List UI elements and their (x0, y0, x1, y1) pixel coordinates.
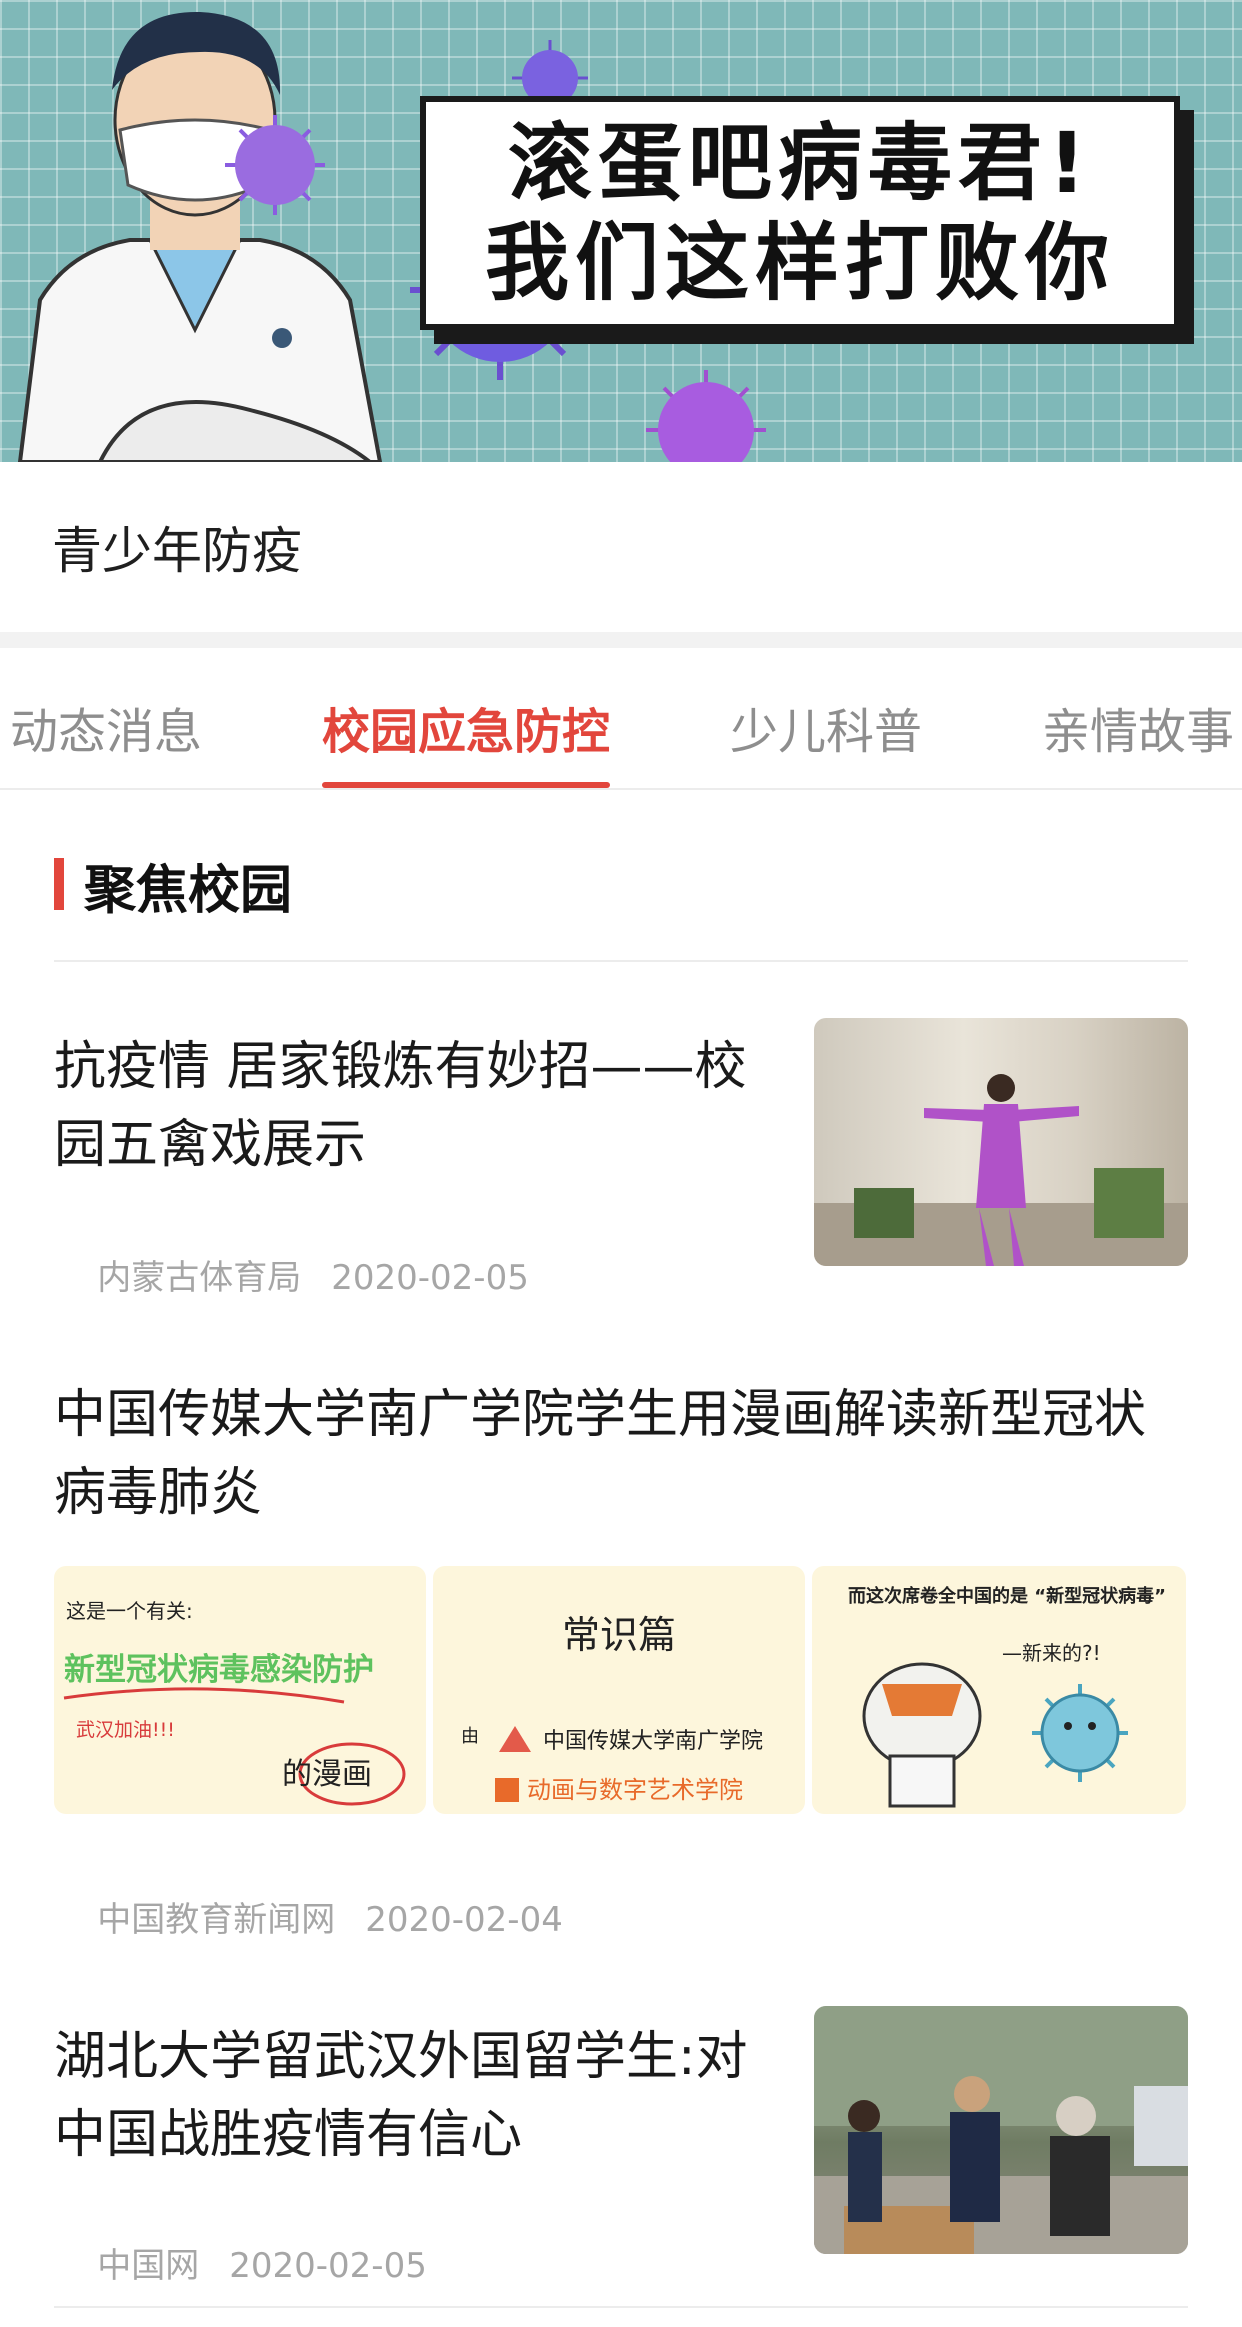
comic-panel-1-art: 这是一个有关: 新型冠状病毒感染防护 武汉加油!!! 的漫画 (63, 1599, 406, 1806)
comic-p1-line3: 武汉加油!!! (76, 1719, 175, 1741)
comic-panel-2[interactable]: 常识篇 由 中国传媒大学南广学院 动画与数字艺术学院 (433, 1566, 805, 1814)
page-title: 青少年防疫 (52, 522, 302, 580)
comic-panel-2-art: 常识篇 由 中国传媒大学南广学院 动画与数字艺术学院 (461, 1613, 763, 1804)
list-divider (54, 2306, 1188, 2308)
tab-family-stories[interactable]: 亲情故事 (1042, 692, 1234, 762)
section-gap (0, 632, 1242, 648)
comic-p3-line2: —新来的?! (1002, 1641, 1101, 1665)
comic-panel-3-art: 而这次席卷全中国的是 “新型冠状病毒” —新来的?! (848, 1585, 1166, 1808)
tab-kids-science[interactable]: 少儿科普 (730, 692, 922, 762)
banner-headline-line2: 我们这样打败你 (484, 214, 1115, 312)
article-source: 中国网 (97, 2246, 200, 2286)
article-date: 2020-02-05 (331, 1258, 529, 1298)
section-header: 聚焦校园 (54, 790, 1188, 962)
active-tab-indicator (322, 782, 610, 788)
article-source: 中国教育新闻网 (97, 1900, 336, 1940)
tab-campus-emergency[interactable]: 校园应急防控 (322, 692, 610, 762)
students-photo (814, 2006, 1188, 2254)
tai-chi-photo (814, 1074, 1188, 1266)
article-meta: 内蒙古体育局 2020-02-05 (54, 1210, 529, 1339)
comic-p2-line2: 由 (461, 1726, 479, 1747)
article-meta: 中国教育新闻网 2020-02-04 (54, 1852, 563, 1981)
comic-p2-line4: 动画与数字艺术学院 (527, 1776, 743, 1804)
section-marker (54, 858, 64, 910)
article-title[interactable]: 湖北大学留武汉外国留学生:对中国战胜疫情有信心 (54, 2018, 774, 2174)
article-thumbnail[interactable] (814, 2006, 1188, 2254)
virus-icon (646, 370, 766, 462)
category-tabs: 动态消息 校园应急防控 少儿科普 亲情故事 (0, 648, 1242, 790)
page-title-band: 青少年防疫 (0, 462, 1242, 632)
article-date: 2020-02-04 (365, 1900, 563, 1940)
article-thumbnail[interactable] (814, 1018, 1188, 1266)
comic-panel-1[interactable]: 这是一个有关: 新型冠状病毒感染防护 武汉加油!!! 的漫画 (54, 1566, 426, 1814)
article-title[interactable]: 抗疫情 居家锻炼有妙招——校园五禽戏展示 (54, 1028, 774, 1184)
comic-panel-3[interactable]: 而这次席卷全中国的是 “新型冠状病毒” —新来的?! (812, 1566, 1186, 1814)
comic-p3-line1: 而这次席卷全中国的是 “新型冠状病毒” (848, 1585, 1166, 1607)
article-date: 2020-02-05 (229, 2246, 427, 2286)
article-title[interactable]: 中国传媒大学南广学院学生用漫画解读新型冠状病毒肺炎 (54, 1376, 1194, 1532)
comic-p2-line3: 中国传媒大学南广学院 (543, 1729, 763, 1754)
comic-p1-line4: 的漫画 (282, 1757, 372, 1792)
virus-icon (225, 115, 325, 215)
comic-p2-line1: 常识篇 (562, 1613, 676, 1657)
tab-news[interactable]: 动态消息 (10, 692, 202, 762)
article-source: 内蒙古体育局 (97, 1258, 302, 1298)
banner-headline-sign: 滚蛋吧病毒君! 我们这样打败你 (420, 96, 1180, 330)
hero-banner[interactable]: 滚蛋吧病毒君! 我们这样打败你 (0, 0, 1242, 462)
comic-p1-line1: 这是一个有关: (66, 1599, 193, 1623)
banner-headline-line1: 滚蛋吧病毒君! (507, 114, 1093, 212)
doctor-illustration (17, 11, 383, 462)
comic-p1-line2: 新型冠状病毒感染防护 (64, 1652, 374, 1688)
section-title: 聚焦校园 (84, 860, 293, 921)
